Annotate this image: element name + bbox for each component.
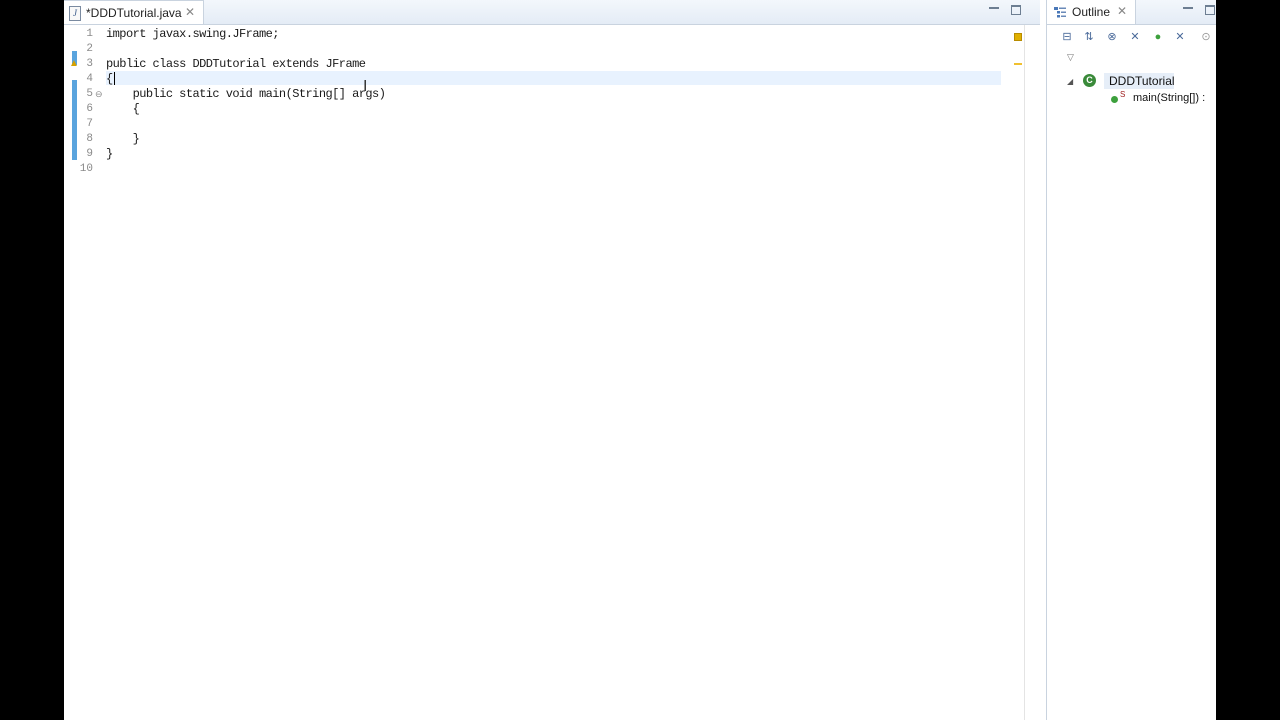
class-name[interactable]: DDDTutorial <box>1109 74 1175 88</box>
close-icon[interactable]: ✕ <box>185 5 195 19</box>
maximize-icon[interactable] <box>1205 5 1215 15</box>
change-ruler <box>68 25 77 720</box>
close-icon[interactable]: ✕ <box>1117 4 1127 18</box>
editor-tab[interactable]: J *DDDTutorial.java ✕ <box>64 0 204 24</box>
warning-marker[interactable] <box>1014 63 1022 65</box>
line-number: 2 <box>86 43 93 55</box>
eclipse-window: J *DDDTutorial.java ✕ 1 2 3 4 5 6 7 8 9 … <box>64 0 1216 720</box>
line-number: 4 <box>86 73 93 85</box>
tree-collapse-icon[interactable]: ◢ <box>1067 77 1073 86</box>
warning-icon[interactable]: ▲ <box>67 57 81 71</box>
outline-tab-bar: Outline ✕ <box>1047 0 1216 25</box>
overview-ruler[interactable] <box>1006 25 1022 720</box>
code-line: { <box>106 72 113 86</box>
minimize-icon[interactable] <box>989 5 999 9</box>
line-number: 5 <box>86 88 93 100</box>
maximize-icon[interactable] <box>1011 5 1021 15</box>
collapse-all-icon[interactable]: ⊟ <box>1060 30 1074 44</box>
line-number: 9 <box>86 148 93 160</box>
code-line: } <box>106 147 113 161</box>
code-line: } <box>106 132 140 146</box>
warning-summary-icon[interactable] <box>1014 33 1022 41</box>
hide-fields-icon[interactable]: ⊗ <box>1105 30 1119 44</box>
code-line: public static void main(String[] args) <box>106 87 386 101</box>
static-marker: S <box>1120 90 1126 99</box>
hide-local-types-icon[interactable]: ✕ <box>1173 30 1187 44</box>
editor-tab-title: *DDDTutorial.java <box>86 6 182 20</box>
public-method-icon <box>1111 96 1118 103</box>
tree-item-method[interactable]: main(String[]) : <box>1133 92 1205 104</box>
current-line-highlight <box>106 71 1001 85</box>
class-icon: C <box>1083 74 1096 87</box>
vertical-scrollbar[interactable] <box>1024 25 1039 720</box>
code-line: { <box>106 102 140 116</box>
minimize-icon[interactable] <box>1183 5 1193 9</box>
line-number: 1 <box>86 28 93 40</box>
code-line: public class DDDTutorial extends JFrame <box>106 57 366 71</box>
sort-icon[interactable]: ⇅ <box>1082 30 1096 44</box>
line-number-gutter: 1 2 3 4 5 6 7 8 9 10 ⊖ <box>74 25 104 720</box>
line-number: 7 <box>86 118 93 130</box>
focus-icon[interactable]: ⊙ <box>1199 30 1213 44</box>
line-number: 6 <box>86 103 93 115</box>
outline-tab[interactable]: Outline ✕ <box>1047 0 1136 24</box>
hide-static-icon[interactable]: ✕ <box>1128 30 1142 44</box>
java-editor: J *DDDTutorial.java ✕ 1 2 3 4 5 6 7 8 9 … <box>64 0 1040 720</box>
view-menu-icon[interactable]: ▽ <box>1067 52 1074 63</box>
java-file-icon: J <box>69 6 81 21</box>
outline-title: Outline <box>1072 5 1111 19</box>
outline-view: Outline ✕ ⊟ ⇅ ⊗ ✕ ● ✕ ⊙ ▽ ◢ C DDDTutoria… <box>1046 0 1216 720</box>
fold-toggle-icon[interactable]: ⊖ <box>95 87 103 101</box>
code-area[interactable]: import javax.swing.JFrame; public class … <box>106 25 1036 720</box>
outline-icon <box>1054 7 1066 18</box>
line-number: 8 <box>86 133 93 145</box>
line-number: 10 <box>79 163 93 175</box>
mouse-ibeam-cursor: I <box>363 78 368 95</box>
code-line: import javax.swing.JFrame; <box>106 27 279 41</box>
text-caret <box>114 72 115 85</box>
editor-tab-bar: J *DDDTutorial.java ✕ <box>64 0 1040 25</box>
hide-nonpublic-icon[interactable]: ● <box>1151 30 1165 44</box>
